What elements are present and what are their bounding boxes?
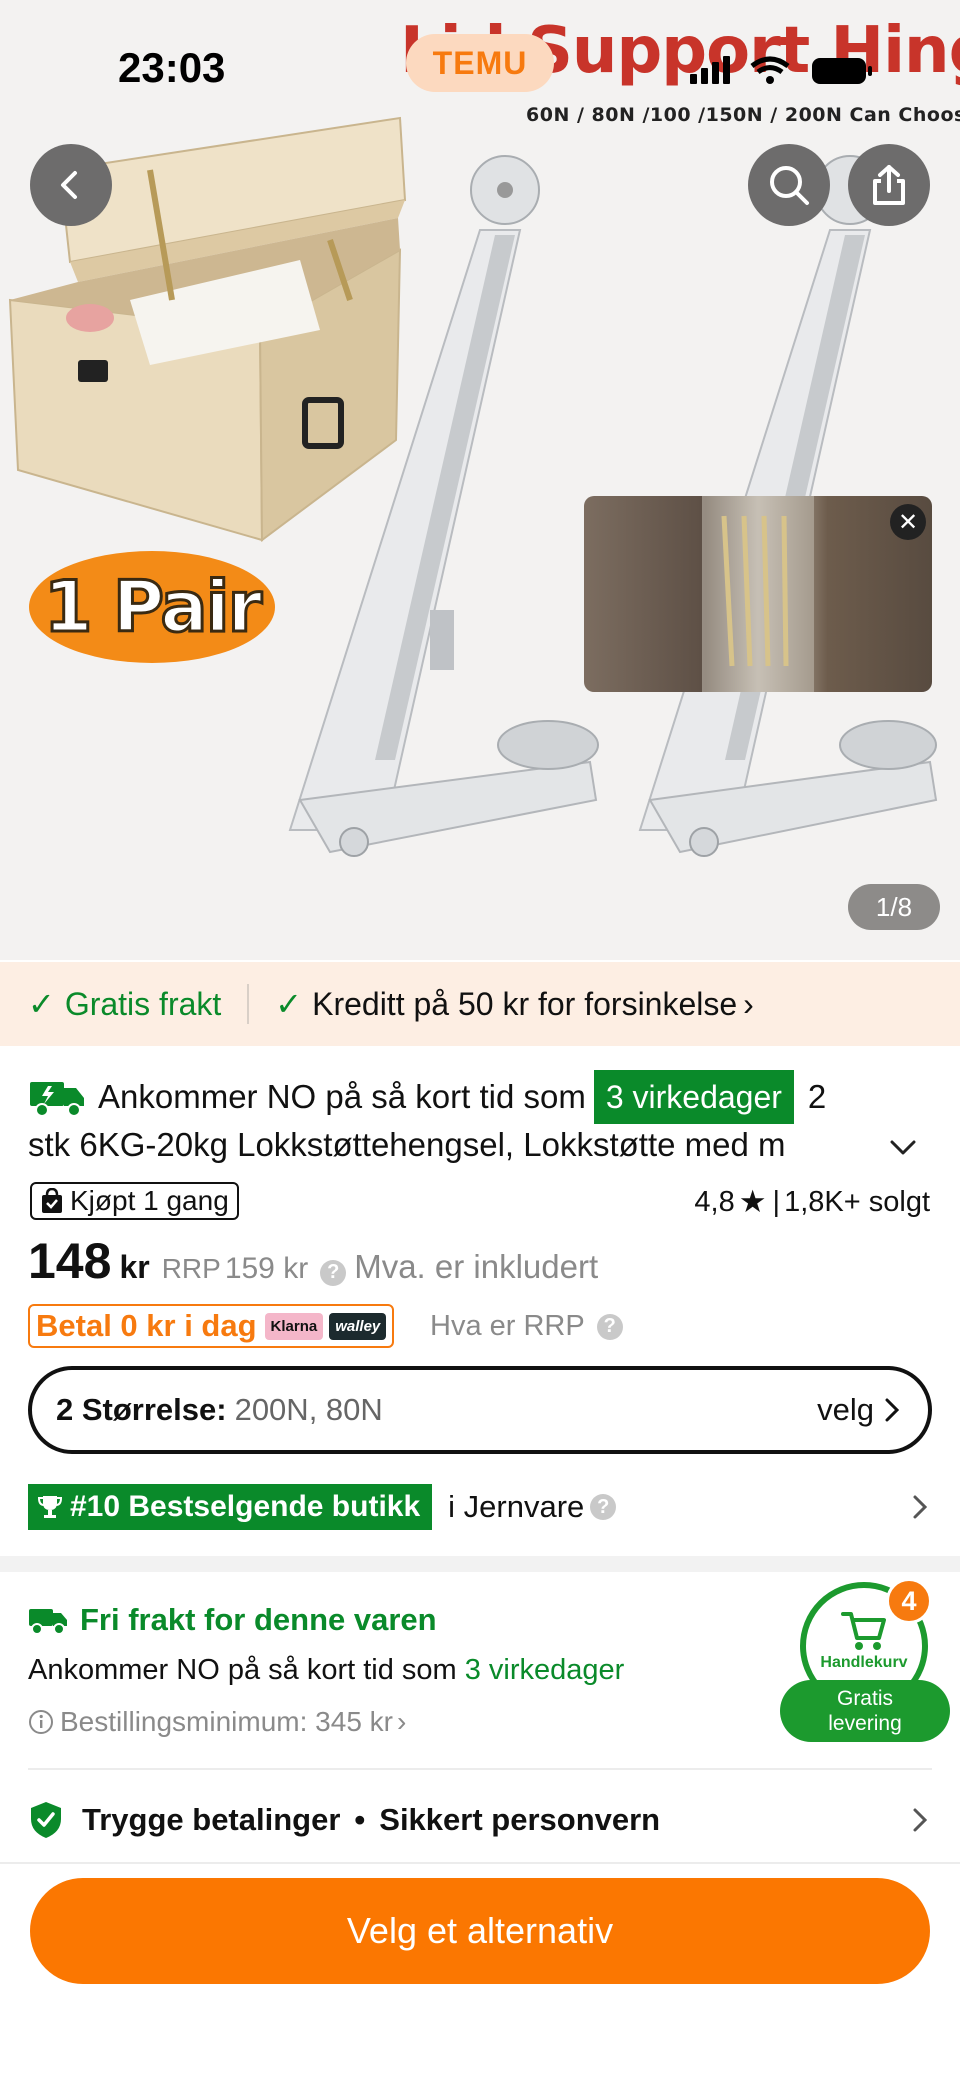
secure-payments-text: Trygge betalinger xyxy=(82,1802,341,1837)
truck-icon xyxy=(29,1609,67,1635)
bought-count-text: Kjøpt 1 gang xyxy=(70,1185,229,1216)
arrive-days-pill: 3 virkedager xyxy=(593,1070,794,1124)
rrp-help-text: Hva er RRP xyxy=(430,1310,585,1342)
price-currency: kr xyxy=(119,1249,150,1285)
chevron-right-icon xyxy=(913,1808,928,1832)
bestseller-row[interactable]: #10 Bestselgende butikk i Jernvare ? xyxy=(28,1484,932,1530)
free-delivery-pill: Gratis levering xyxy=(780,1680,950,1742)
bestseller-rank: #10 Bestselgende butikk xyxy=(70,1490,421,1523)
check-icon: ✓ xyxy=(275,986,303,1022)
product-illustration xyxy=(8,116,938,857)
search-icon xyxy=(770,166,809,205)
klarna-logo: Klarna xyxy=(264,1312,324,1340)
select-option-button[interactable]: Velg et alternativ xyxy=(30,1878,930,1984)
shipping-arrive-days: 3 virkedager xyxy=(464,1654,625,1686)
divider xyxy=(28,1768,932,1770)
size-label: 2 Størrelse: xyxy=(56,1392,227,1427)
video-preview-frame xyxy=(702,496,814,692)
title-start: 2 xyxy=(807,1078,827,1115)
fast-truck-icon xyxy=(30,1082,84,1117)
vat-text: Mva. er inkludert xyxy=(354,1248,599,1285)
close-icon[interactable]: ✕ xyxy=(890,504,926,540)
shipping-arrival: Ankommer NO på så kort tid som 3 virkeda… xyxy=(28,1654,624,1687)
price-row: 148 kr RRP 159 kr ? Mva. er inkludert xyxy=(28,1232,598,1290)
divider xyxy=(0,1862,960,1864)
product-title-line1: Ankommer NO på så kort tid som 3 virkeda… xyxy=(28,1070,928,1124)
price-value: 148 xyxy=(28,1233,112,1289)
rating-summary[interactable]: 4,8 ★ | 1,8K+ solgt xyxy=(694,1184,930,1220)
separator-dot: • xyxy=(354,1802,366,1837)
share-icon xyxy=(873,165,905,205)
rating-divider: | xyxy=(772,1185,781,1218)
free-delivery-line2: levering xyxy=(828,1712,902,1735)
sold-count: 1,8K+ solgt xyxy=(784,1185,930,1218)
help-icon[interactable]: ? xyxy=(590,1494,617,1520)
back-button[interactable] xyxy=(30,144,112,226)
star-icon: ★ xyxy=(738,1184,767,1219)
help-icon[interactable]: ? xyxy=(320,1259,347,1286)
order-minimum[interactable]: Bestillingsminimum: 345 kr › xyxy=(28,1706,406,1738)
cart-count-badge: 4 xyxy=(886,1578,932,1624)
order-minimum-text: Bestillingsminimum: 345 kr xyxy=(60,1706,393,1737)
cart-icon xyxy=(841,1612,886,1650)
delay-credit-label: Kreditt på 50 kr for forsinkelse xyxy=(312,985,738,1022)
check-icon: ✓ xyxy=(28,986,55,1022)
status-bar-icons xyxy=(690,56,872,84)
chevron-right-icon: › xyxy=(397,1706,407,1737)
size-selector[interactable]: 2 Størrelse: 200N, 80N velg xyxy=(28,1366,932,1454)
size-choose: velg xyxy=(817,1392,904,1428)
size-value: 200N, 80N xyxy=(234,1392,383,1427)
temu-brand-pill[interactable]: TEMU xyxy=(406,34,554,92)
chevron-down-icon[interactable] xyxy=(886,1130,920,1164)
share-button[interactable] xyxy=(848,144,930,226)
free-shipping-label: Gratis frakt xyxy=(64,985,222,1022)
rrp-label: RRP xyxy=(161,1253,221,1284)
chevron-right-icon xyxy=(913,1495,928,1519)
info-icon xyxy=(29,1710,53,1734)
secure-payment-row[interactable]: Trygge betalinger • Sikkert personvern xyxy=(28,1796,932,1844)
pair-badge-text: 1 Pair xyxy=(42,565,263,650)
promo-band[interactable]: ✓ Gratis frakt ✓ Kreditt på 50 kr for fo… xyxy=(0,962,960,1046)
promo-divider xyxy=(247,984,250,1024)
video-preview[interactable]: ✕ xyxy=(584,496,932,692)
pay-later-badge[interactable]: Betal 0 kr i dag Klarna walley xyxy=(28,1304,395,1348)
product-image-gallery[interactable]: Lid Support Hinge 60N / 80N /100 /150N /… xyxy=(0,0,960,960)
arrive-prefix: Ankommer NO på så kort tid som xyxy=(98,1078,586,1115)
shield-check-icon xyxy=(31,1802,61,1838)
pair-badge: 1 Pair xyxy=(28,548,276,666)
walley-logo: walley xyxy=(329,1312,387,1340)
product-title-line2[interactable]: stk 6KG-20kg Lokkstøttehengsel, Lokkstøt… xyxy=(28,1120,858,1170)
chevron-left-icon xyxy=(61,171,77,199)
pay-later-text: Betal 0 kr i dag xyxy=(36,1308,257,1343)
bestseller-badge: #10 Bestselgende butikk xyxy=(28,1484,433,1530)
privacy-text: Sikkert personvern xyxy=(379,1802,661,1837)
help-icon: ? xyxy=(596,1313,623,1340)
bestseller-category: i Jernvare xyxy=(448,1489,585,1524)
floating-cart[interactable]: Handlekurv 4 Gratis levering xyxy=(778,1578,950,1748)
rrp-value: 159 kr xyxy=(224,1252,309,1285)
status-bar-time: 23:03 xyxy=(118,44,226,91)
search-button[interactable] xyxy=(748,144,830,226)
bought-count-badge: Kjøpt 1 gang xyxy=(30,1182,239,1220)
rrp-help-link[interactable]: Hva er RRP ? xyxy=(430,1310,631,1343)
trophy-icon xyxy=(37,1496,63,1518)
free-shipping-title-text: Fri frakt for denne varen xyxy=(80,1602,437,1637)
shopping-bag-icon xyxy=(42,1188,62,1213)
cart-label: Handlekurv xyxy=(820,1654,908,1671)
free-delivery-line1: Gratis xyxy=(836,1687,893,1710)
shipping-arrive-prefix: Ankommer NO på så kort tid som xyxy=(28,1654,457,1686)
section-divider xyxy=(0,1556,960,1572)
chevron-right-icon: › xyxy=(743,985,754,1022)
size-choose-label: velg xyxy=(817,1392,874,1427)
rating-value: 4,8 xyxy=(694,1185,735,1218)
image-counter: 1/8 xyxy=(848,884,940,930)
chevron-right-icon xyxy=(885,1398,900,1422)
free-shipping-title[interactable]: Fri frakt for denne varen xyxy=(28,1602,437,1638)
